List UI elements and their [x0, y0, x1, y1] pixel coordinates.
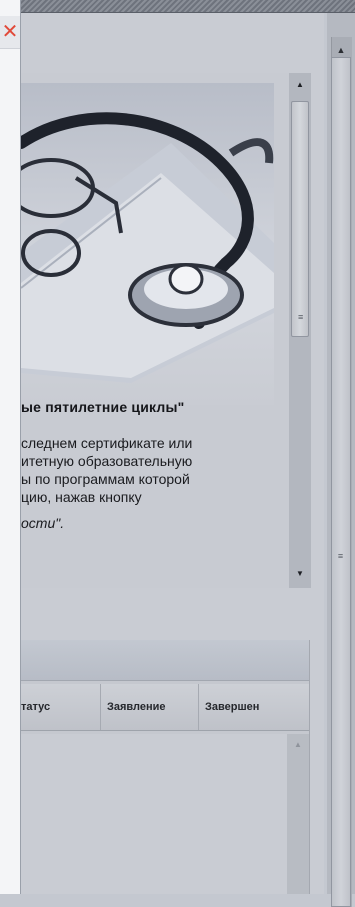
news-body-line: цию, нажав кнопку: [21, 489, 142, 505]
applications-table: татус Заявление Завершен ▲: [21, 640, 310, 894]
scroll-up-icon[interactable]: ▲: [289, 77, 311, 93]
news-body-line: следнем сертификате или: [21, 435, 193, 451]
page-scrollbar[interactable]: ▲ ≡: [327, 13, 355, 907]
left-side-panel: ✕: [0, 0, 21, 894]
news-scrollbar[interactable]: ▲ ≡ ▼: [289, 73, 311, 588]
column-header-application[interactable]: Заявление: [101, 684, 199, 730]
page-scroll-thumb[interactable]: [331, 57, 351, 907]
table-title-bar: [21, 640, 309, 681]
scroll-down-icon[interactable]: ▼: [289, 566, 311, 582]
table-column-headers: татус Заявление Завершен: [21, 684, 309, 731]
news-scroll-thumb[interactable]: ≡: [291, 101, 309, 337]
news-body-line: ы по программам которой: [21, 471, 190, 487]
stethoscope-image: [7, 83, 274, 405]
news-body: следнем сертификате или итетную образова…: [21, 434, 263, 532]
news-body-italic: ости".: [21, 515, 65, 531]
scroll-up-icon[interactable]: ▲: [287, 740, 309, 749]
news-panel: ые пятилетние циклы" следнем сертификате…: [7, 73, 311, 588]
close-icon[interactable]: ✕: [0, 16, 20, 49]
grip-icon: ≡: [337, 551, 343, 561]
stethoscope-illustration: [7, 112, 274, 383]
grip-icon: ≡: [298, 312, 304, 322]
column-header-status[interactable]: татус: [21, 684, 101, 730]
table-body: [21, 734, 287, 894]
table-scrollbar[interactable]: ▲: [287, 734, 309, 894]
top-toolbar-strip: [0, 0, 355, 13]
news-body-line: итетную образовательную: [21, 453, 193, 469]
news-title: ые пятилетние циклы": [21, 399, 185, 415]
column-header-completed[interactable]: Завершен: [199, 684, 287, 730]
